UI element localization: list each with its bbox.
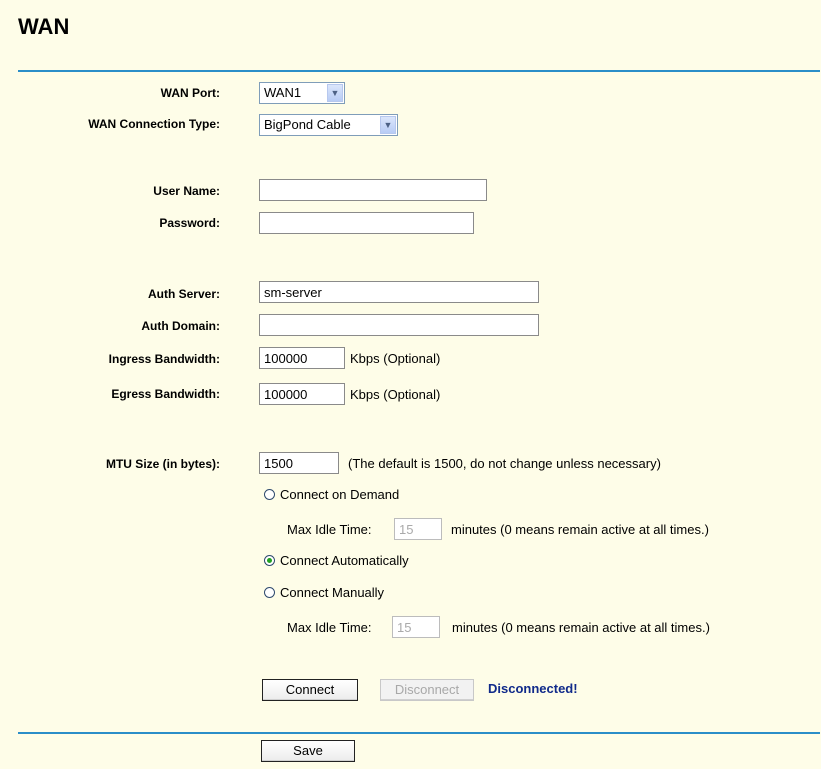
mtu-note: (The default is 1500, do not change unle… xyxy=(348,456,661,471)
connect-on-demand-option[interactable]: Connect on Demand xyxy=(264,487,399,502)
idle-time-label-manual: Max Idle Time: xyxy=(287,620,372,635)
connect-on-demand-radio[interactable] xyxy=(264,489,275,500)
mtu-field[interactable] xyxy=(259,452,339,474)
top-divider xyxy=(18,70,820,72)
connection-type-label: WAN Connection Type: xyxy=(88,117,220,131)
auth-domain-field[interactable] xyxy=(259,314,539,336)
idle-time-field-demand xyxy=(394,518,442,540)
connection-type-select[interactable]: BigPond Cable ▼ xyxy=(259,114,398,136)
connect-on-demand-label: Connect on Demand xyxy=(280,487,400,502)
auth-server-field[interactable] xyxy=(259,281,539,303)
ingress-unit: Kbps (Optional) xyxy=(350,351,441,366)
user-name-label: User Name: xyxy=(153,184,220,198)
auth-server-label: Auth Server: xyxy=(147,287,220,301)
ingress-bandwidth-field[interactable] xyxy=(259,347,345,369)
wan-port-select[interactable]: WAN1 ▼ xyxy=(259,82,345,104)
connect-manually-option[interactable]: Connect Manually xyxy=(264,585,384,600)
mtu-label: MTU Size (in bytes): xyxy=(105,457,220,471)
save-button[interactable]: Save xyxy=(261,740,355,762)
ingress-bandwidth-label: Ingress Bandwidth: xyxy=(108,352,220,366)
password-label: Password: xyxy=(159,216,220,230)
connect-button[interactable]: Connect xyxy=(262,679,358,701)
connect-manually-label: Connect Manually xyxy=(280,585,385,600)
egress-bandwidth-label: Egress Bandwidth: xyxy=(111,387,220,401)
wan-port-value: WAN1 xyxy=(264,85,302,100)
chevron-down-icon[interactable]: ▼ xyxy=(380,116,396,134)
idle-time-label-demand: Max Idle Time: xyxy=(287,522,372,537)
user-name-field[interactable] xyxy=(259,179,487,201)
connect-automatically-option[interactable]: Connect Automatically xyxy=(264,553,409,568)
connection-type-value: BigPond Cable xyxy=(264,117,351,132)
egress-unit: Kbps (Optional) xyxy=(350,387,441,402)
page-title: WAN xyxy=(18,14,70,39)
password-field[interactable] xyxy=(259,212,474,234)
idle-time-note-manual: minutes (0 means remain active at all ti… xyxy=(452,620,710,635)
connection-status: Disconnected! xyxy=(488,681,578,696)
auth-domain-label: Auth Domain: xyxy=(141,319,220,333)
connect-automatically-label: Connect Automatically xyxy=(280,553,409,568)
connect-automatically-radio[interactable] xyxy=(264,555,275,566)
idle-time-field-manual xyxy=(392,616,440,638)
wan-port-label: WAN Port: xyxy=(160,86,220,100)
idle-time-note-demand: minutes (0 means remain active at all ti… xyxy=(451,522,709,537)
egress-bandwidth-field[interactable] xyxy=(259,383,345,405)
chevron-down-icon[interactable]: ▼ xyxy=(327,84,343,102)
connect-manually-radio[interactable] xyxy=(264,587,275,598)
bottom-divider xyxy=(18,732,820,734)
disconnect-button: Disconnect xyxy=(380,679,474,701)
